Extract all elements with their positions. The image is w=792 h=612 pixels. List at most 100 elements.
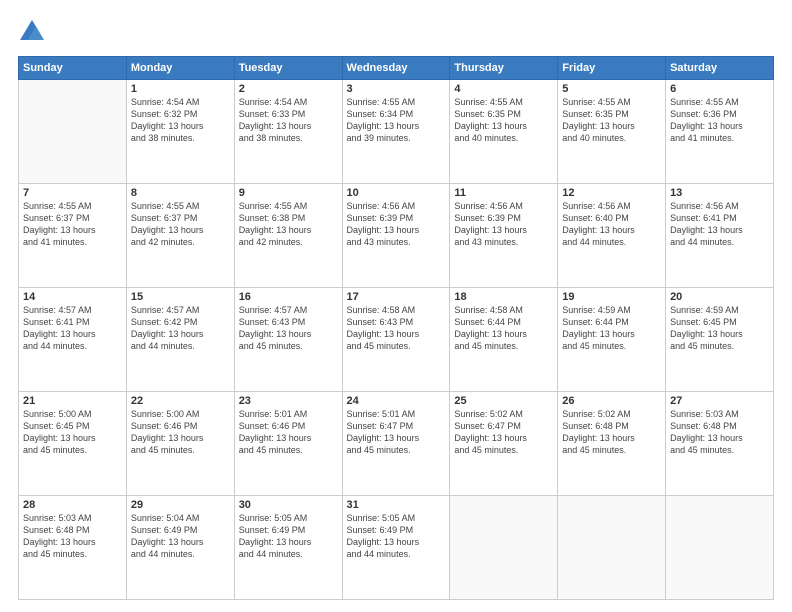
cell-content: Sunrise: 4:55 AMSunset: 6:38 PMDaylight:… [239,200,338,249]
day-number: 9 [239,187,338,199]
day-header-saturday: Saturday [666,57,774,80]
day-number: 25 [454,395,553,407]
day-number: 30 [239,499,338,511]
week-row-5: 28Sunrise: 5:03 AMSunset: 6:48 PMDayligh… [19,496,774,600]
day-header-tuesday: Tuesday [234,57,342,80]
page: SundayMondayTuesdayWednesdayThursdayFrid… [0,0,792,612]
day-number: 28 [23,499,122,511]
day-number: 29 [131,499,230,511]
cell-content: Sunrise: 4:55 AMSunset: 6:36 PMDaylight:… [670,96,769,145]
calendar-cell [666,496,774,600]
cell-content: Sunrise: 5:01 AMSunset: 6:47 PMDaylight:… [347,408,446,457]
cell-content: Sunrise: 5:01 AMSunset: 6:46 PMDaylight:… [239,408,338,457]
day-number: 7 [23,187,122,199]
cell-content: Sunrise: 5:05 AMSunset: 6:49 PMDaylight:… [347,512,446,561]
day-number: 14 [23,291,122,303]
calendar-cell: 16Sunrise: 4:57 AMSunset: 6:43 PMDayligh… [234,288,342,392]
calendar-cell: 5Sunrise: 4:55 AMSunset: 6:35 PMDaylight… [558,80,666,184]
day-number: 23 [239,395,338,407]
logo-icon [18,18,46,46]
cell-content: Sunrise: 5:02 AMSunset: 6:48 PMDaylight:… [562,408,661,457]
cell-content: Sunrise: 4:55 AMSunset: 6:37 PMDaylight:… [23,200,122,249]
cell-content: Sunrise: 4:54 AMSunset: 6:33 PMDaylight:… [239,96,338,145]
cell-content: Sunrise: 4:58 AMSunset: 6:44 PMDaylight:… [454,304,553,353]
day-number: 2 [239,83,338,95]
week-row-3: 14Sunrise: 4:57 AMSunset: 6:41 PMDayligh… [19,288,774,392]
day-number: 21 [23,395,122,407]
cell-content: Sunrise: 4:56 AMSunset: 6:40 PMDaylight:… [562,200,661,249]
cell-content: Sunrise: 4:54 AMSunset: 6:32 PMDaylight:… [131,96,230,145]
day-number: 1 [131,83,230,95]
day-number: 12 [562,187,661,199]
calendar-cell: 2Sunrise: 4:54 AMSunset: 6:33 PMDaylight… [234,80,342,184]
day-number: 8 [131,187,230,199]
day-number: 4 [454,83,553,95]
day-number: 19 [562,291,661,303]
day-header-friday: Friday [558,57,666,80]
week-row-4: 21Sunrise: 5:00 AMSunset: 6:45 PMDayligh… [19,392,774,496]
day-number: 24 [347,395,446,407]
calendar-cell: 31Sunrise: 5:05 AMSunset: 6:49 PMDayligh… [342,496,450,600]
week-row-2: 7Sunrise: 4:55 AMSunset: 6:37 PMDaylight… [19,184,774,288]
calendar-cell: 6Sunrise: 4:55 AMSunset: 6:36 PMDaylight… [666,80,774,184]
cell-content: Sunrise: 5:02 AMSunset: 6:47 PMDaylight:… [454,408,553,457]
calendar-cell [19,80,127,184]
cell-content: Sunrise: 5:03 AMSunset: 6:48 PMDaylight:… [670,408,769,457]
calendar-cell: 14Sunrise: 4:57 AMSunset: 6:41 PMDayligh… [19,288,127,392]
calendar-cell: 17Sunrise: 4:58 AMSunset: 6:43 PMDayligh… [342,288,450,392]
cell-content: Sunrise: 4:57 AMSunset: 6:42 PMDaylight:… [131,304,230,353]
day-number: 18 [454,291,553,303]
calendar-cell: 23Sunrise: 5:01 AMSunset: 6:46 PMDayligh… [234,392,342,496]
cell-content: Sunrise: 4:58 AMSunset: 6:43 PMDaylight:… [347,304,446,353]
calendar-cell: 18Sunrise: 4:58 AMSunset: 6:44 PMDayligh… [450,288,558,392]
calendar-cell: 30Sunrise: 5:05 AMSunset: 6:49 PMDayligh… [234,496,342,600]
calendar-cell: 29Sunrise: 5:04 AMSunset: 6:49 PMDayligh… [126,496,234,600]
cell-content: Sunrise: 4:59 AMSunset: 6:44 PMDaylight:… [562,304,661,353]
day-number: 3 [347,83,446,95]
calendar-cell: 19Sunrise: 4:59 AMSunset: 6:44 PMDayligh… [558,288,666,392]
calendar-header-row: SundayMondayTuesdayWednesdayThursdayFrid… [19,57,774,80]
calendar-cell [558,496,666,600]
calendar-cell: 3Sunrise: 4:55 AMSunset: 6:34 PMDaylight… [342,80,450,184]
calendar-cell: 8Sunrise: 4:55 AMSunset: 6:37 PMDaylight… [126,184,234,288]
day-header-sunday: Sunday [19,57,127,80]
cell-content: Sunrise: 4:55 AMSunset: 6:34 PMDaylight:… [347,96,446,145]
week-row-1: 1Sunrise: 4:54 AMSunset: 6:32 PMDaylight… [19,80,774,184]
cell-content: Sunrise: 4:55 AMSunset: 6:35 PMDaylight:… [454,96,553,145]
day-number: 31 [347,499,446,511]
cell-content: Sunrise: 4:57 AMSunset: 6:41 PMDaylight:… [23,304,122,353]
calendar-cell: 4Sunrise: 4:55 AMSunset: 6:35 PMDaylight… [450,80,558,184]
calendar-table: SundayMondayTuesdayWednesdayThursdayFrid… [18,56,774,600]
calendar-cell [450,496,558,600]
day-number: 16 [239,291,338,303]
day-number: 20 [670,291,769,303]
day-number: 6 [670,83,769,95]
calendar-cell: 13Sunrise: 4:56 AMSunset: 6:41 PMDayligh… [666,184,774,288]
cell-content: Sunrise: 5:00 AMSunset: 6:45 PMDaylight:… [23,408,122,457]
logo [18,18,50,46]
calendar-cell: 15Sunrise: 4:57 AMSunset: 6:42 PMDayligh… [126,288,234,392]
cell-content: Sunrise: 5:04 AMSunset: 6:49 PMDaylight:… [131,512,230,561]
calendar-cell: 28Sunrise: 5:03 AMSunset: 6:48 PMDayligh… [19,496,127,600]
calendar-cell: 1Sunrise: 4:54 AMSunset: 6:32 PMDaylight… [126,80,234,184]
cell-content: Sunrise: 4:57 AMSunset: 6:43 PMDaylight:… [239,304,338,353]
day-number: 11 [454,187,553,199]
cell-content: Sunrise: 4:59 AMSunset: 6:45 PMDaylight:… [670,304,769,353]
day-number: 17 [347,291,446,303]
day-header-monday: Monday [126,57,234,80]
calendar-cell: 22Sunrise: 5:00 AMSunset: 6:46 PMDayligh… [126,392,234,496]
day-number: 10 [347,187,446,199]
calendar-cell: 9Sunrise: 4:55 AMSunset: 6:38 PMDaylight… [234,184,342,288]
day-number: 13 [670,187,769,199]
calendar-cell: 7Sunrise: 4:55 AMSunset: 6:37 PMDaylight… [19,184,127,288]
calendar-cell: 20Sunrise: 4:59 AMSunset: 6:45 PMDayligh… [666,288,774,392]
cell-content: Sunrise: 4:56 AMSunset: 6:39 PMDaylight:… [347,200,446,249]
day-header-thursday: Thursday [450,57,558,80]
day-number: 22 [131,395,230,407]
cell-content: Sunrise: 4:55 AMSunset: 6:37 PMDaylight:… [131,200,230,249]
cell-content: Sunrise: 4:56 AMSunset: 6:41 PMDaylight:… [670,200,769,249]
calendar-cell: 26Sunrise: 5:02 AMSunset: 6:48 PMDayligh… [558,392,666,496]
calendar-cell: 24Sunrise: 5:01 AMSunset: 6:47 PMDayligh… [342,392,450,496]
cell-content: Sunrise: 5:05 AMSunset: 6:49 PMDaylight:… [239,512,338,561]
day-number: 26 [562,395,661,407]
